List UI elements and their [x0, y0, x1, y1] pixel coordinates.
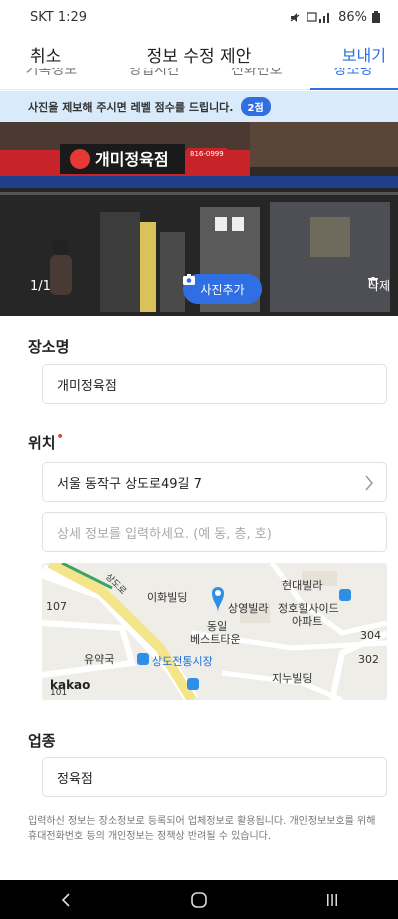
- tab-business-hours[interactable]: 영업시간: [122, 68, 186, 80]
- sign-phone-text: 816-0999: [190, 150, 224, 158]
- status-icons: 86%: [289, 10, 380, 25]
- active-tab-indicator: [310, 88, 398, 90]
- system-nav-bar: [0, 880, 398, 919]
- status-time: SKT 1:29: [30, 9, 88, 25]
- trash-icon: [367, 277, 378, 288]
- recents-icon: [326, 893, 337, 906]
- tab-phone-number[interactable]: 전화번호: [225, 68, 289, 80]
- location-map[interactable]: 현대빌라 이화빌딩 상영빌라 정호힐사이드 아파트 동일 베스트타운 유약국 상…: [42, 563, 387, 700]
- add-photo-button[interactable]: 사진추가: [183, 274, 262, 304]
- map-label-sangyoung-villa: 상영빌라: [228, 602, 269, 615]
- chevron-right-icon: [365, 475, 373, 491]
- tab-record-info[interactable]: 기록정보: [20, 68, 84, 80]
- map-label-pharmacy: 유약국: [84, 653, 115, 666]
- map-label-ihwa-building: 이화빌딩: [147, 591, 188, 604]
- map-label-107: 107: [46, 600, 67, 613]
- status-bar: SKT 1:29 86%: [0, 0, 398, 34]
- recents-button[interactable]: [312, 880, 352, 919]
- home-button[interactable]: [179, 880, 219, 919]
- category-input[interactable]: 정육점: [42, 757, 387, 797]
- battery-icon: [372, 11, 380, 23]
- store-photo[interactable]: 개미정육점 816-0999 1/1 사진추가 삭제: [0, 122, 398, 316]
- address-value: 서울 동작구 상도로49길 7: [57, 476, 202, 492]
- tab-bar: 기록정보 영업시간 전화번호 장소명: [0, 68, 398, 90]
- store-sign-text: 개미정육점: [95, 150, 169, 169]
- photo-reward-banner: 사진을 제보해 주시면 레벨 점수를 드립니다. 2점: [0, 91, 398, 122]
- location-label: 위치•: [28, 430, 64, 453]
- category-label: 업종: [28, 732, 56, 750]
- back-button[interactable]: [46, 880, 86, 919]
- place-name-label: 장소명: [28, 338, 70, 356]
- kakao-map-logo: kakao: [50, 678, 91, 692]
- place-name-input[interactable]: 개미정육점: [42, 364, 387, 404]
- address-field[interactable]: 서울 동작구 상도로49길 7: [42, 462, 387, 502]
- add-photo-label: 사진추가: [200, 282, 245, 297]
- map-label-apartment: 아파트: [292, 615, 323, 628]
- privacy-notice: 입력하신 정보는 장소정보로 등록되어 업체정보로 활용됩니다. 개인정보보호를…: [28, 816, 376, 842]
- points-badge: 2점: [240, 97, 271, 116]
- send-button[interactable]: 보내기: [342, 42, 386, 66]
- required-mark: •: [56, 430, 64, 443]
- camera-icon: [183, 274, 195, 285]
- map-label-304: 304: [360, 629, 381, 642]
- cancel-button[interactable]: 취소: [30, 42, 61, 67]
- mute-icon: [290, 12, 300, 22]
- map-label-hyundai-villa: 현대빌라: [282, 579, 323, 592]
- home-icon: [191, 891, 207, 908]
- battery-text: 86%: [338, 9, 367, 25]
- delete-photo-button[interactable]: 삭제: [367, 277, 390, 294]
- location-label-text: 위치: [28, 434, 56, 452]
- map-label-302: 302: [358, 653, 379, 666]
- signal-icon: [307, 12, 330, 23]
- map-label-jinu-building: 지누빌딩: [272, 672, 313, 685]
- tab-place-name[interactable]: 장소명: [328, 68, 379, 80]
- photo-counter: 1/1: [30, 279, 51, 294]
- back-icon: [62, 892, 70, 907]
- map-label-market: 상도전통시장: [152, 655, 213, 668]
- banner-text: 사진을 제보해 주시면 레벨 점수를 드립니다.: [28, 100, 234, 114]
- address-detail-input[interactable]: 상세 정보를 입력하세요. (예 동, 층, 호): [42, 512, 387, 552]
- map-label-best-town: 베스트타운: [190, 633, 241, 646]
